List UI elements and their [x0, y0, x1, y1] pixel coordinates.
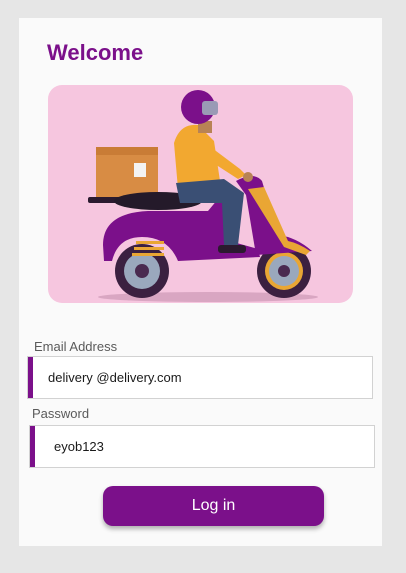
delivery-scooter-illustration	[88, 90, 318, 302]
rear-wheel	[115, 244, 169, 298]
password-field[interactable]	[29, 425, 375, 468]
email-input[interactable]	[48, 357, 372, 398]
page-title: Welcome	[47, 40, 144, 65]
email-field[interactable]	[27, 356, 373, 399]
email-label: Email Address	[34, 339, 118, 354]
login-card: Welcome Email Address delivery @delivery…	[19, 18, 382, 546]
password-input[interactable]	[54, 426, 374, 467]
hero-illustration	[48, 85, 353, 303]
delivery-box	[96, 147, 158, 199]
login-button[interactable]: Log in	[103, 486, 324, 526]
password-label: Password	[32, 406, 90, 421]
